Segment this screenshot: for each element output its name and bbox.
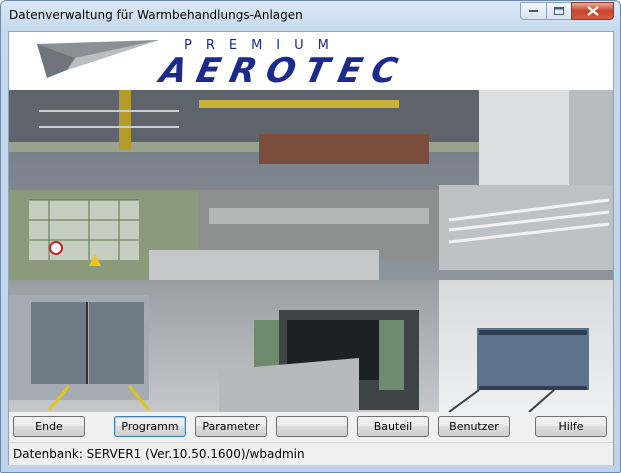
button-row: Ende Programm Parameter Bauteil Benutzer… — [9, 412, 613, 442]
help-button[interactable]: Hilfe — [535, 416, 607, 437]
parameter-button[interactable]: Parameter — [195, 416, 267, 437]
close-button[interactable] — [571, 2, 614, 20]
client-area: PREMIUM AEROTEC Ende Programm Parameter … — [8, 31, 614, 465]
svg-text:AEROTEC: AEROTEC — [154, 51, 411, 90]
caption-buttons — [520, 2, 614, 20]
premium-aerotec-logo: PREMIUM AEROTEC — [37, 38, 411, 91]
database-status: Datenbank: SERVER1 (Ver.10.50.1600)/wbad… — [13, 447, 305, 461]
component-button[interactable]: Bauteil — [357, 416, 429, 437]
status-bar: Datenbank: SERVER1 (Ver.10.50.1600)/wbad… — [9, 442, 613, 465]
program-button[interactable]: Programm — [114, 416, 186, 437]
blank-button[interactable] — [276, 416, 348, 437]
app-window: Datenverwaltung für Warmbehandlungs-Anla… — [0, 0, 621, 473]
minimize-button[interactable] — [520, 2, 546, 20]
minimize-icon — [528, 10, 538, 12]
heat-treatment-plant-image — [9, 90, 613, 412]
user-button[interactable]: Benutzer — [438, 416, 510, 437]
maximize-button[interactable] — [546, 2, 571, 20]
logo-banner: PREMIUM AEROTEC — [9, 32, 613, 91]
maximize-icon — [553, 6, 564, 15]
title-bar[interactable]: Datenverwaltung für Warmbehandlungs-Anla… — [1, 1, 620, 31]
exit-button[interactable]: Ende — [13, 416, 85, 437]
window-title: Datenverwaltung für Warmbehandlungs-Anla… — [9, 8, 303, 22]
plant-photo-collage — [9, 90, 613, 412]
close-icon — [586, 6, 599, 16]
